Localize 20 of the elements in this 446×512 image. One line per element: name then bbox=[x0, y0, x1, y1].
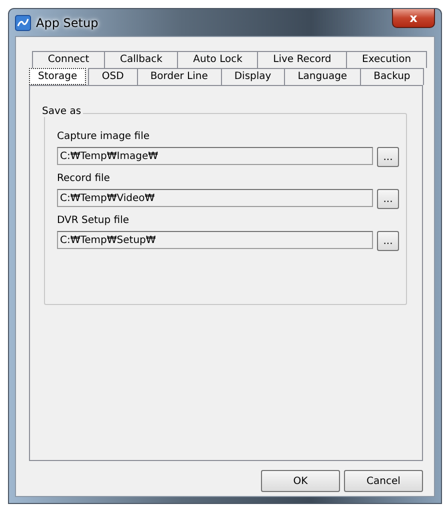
field-label: Capture image file bbox=[57, 131, 150, 142]
browse-button[interactable]: ... bbox=[377, 189, 399, 209]
close-button[interactable]: x bbox=[392, 9, 435, 28]
path-field[interactable]: C:₩Temp₩Image₩ bbox=[57, 147, 373, 165]
group-title: Save as bbox=[40, 106, 84, 117]
tab[interactable]: Backup bbox=[360, 68, 424, 85]
app-icon bbox=[15, 14, 31, 30]
path-field[interactable]: C:₩Temp₩Video₩ bbox=[57, 189, 373, 207]
tab[interactable]: Execution bbox=[346, 51, 427, 68]
tab[interactable]: Storage bbox=[29, 68, 86, 85]
path-field[interactable]: C:₩Temp₩Setup₩ bbox=[57, 231, 373, 249]
dialog-button[interactable]: OK bbox=[261, 470, 340, 492]
dialog-button[interactable]: Cancel bbox=[344, 470, 423, 492]
browse-button[interactable]: ... bbox=[377, 231, 399, 251]
field-label: DVR Setup file bbox=[57, 215, 130, 226]
window-title: App Setup bbox=[36, 16, 98, 30]
tab[interactable]: Connect bbox=[32, 51, 106, 68]
browse-button[interactable]: ... bbox=[377, 147, 399, 167]
field-label: Record file bbox=[57, 173, 111, 184]
tab[interactable]: OSD bbox=[88, 68, 138, 85]
